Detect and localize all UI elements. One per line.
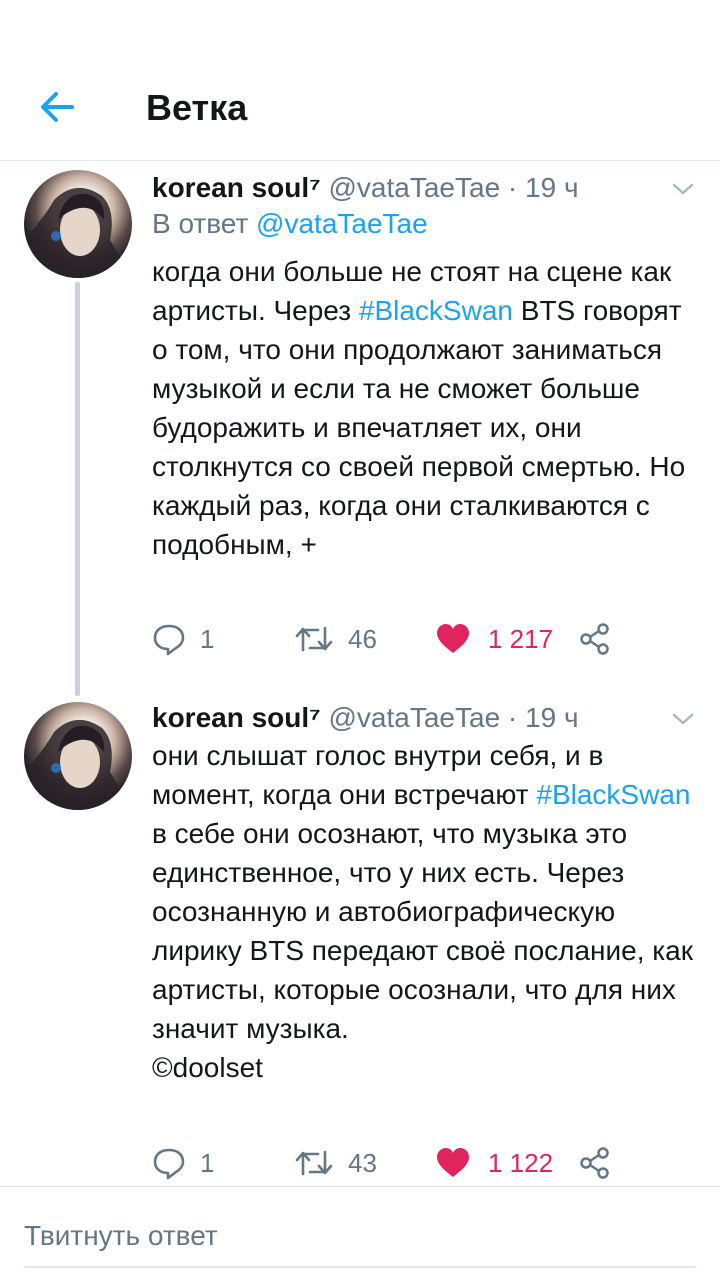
back-button[interactable] <box>32 82 82 132</box>
tweet-header: korean soul⁷ @vataTaeTae · 19 ч <box>152 700 579 736</box>
retweet-icon <box>295 626 333 652</box>
page-title: Ветка <box>146 87 248 128</box>
reply-button[interactable]: 1 <box>152 1138 214 1188</box>
reply-to-mention[interactable]: @vataTaeTae <box>256 208 428 239</box>
tweet-timestamp[interactable]: 19 ч <box>525 702 579 733</box>
thread-connector-line <box>75 282 80 696</box>
tweet-header: korean soul⁷ @vataTaeTae · 19 ч <box>152 170 579 206</box>
tweet-2[interactable]: korean soul⁷ @vataTaeTae · 19 ч они слыш… <box>0 700 720 1186</box>
author-handle[interactable]: @vataTaeTae <box>329 702 501 733</box>
author-name[interactable]: korean soul⁷ <box>152 172 321 203</box>
tweet-text: они слышат голос внутри себя, и в момент… <box>152 736 702 1087</box>
reply-to-label: В ответ <box>152 208 249 239</box>
author-handle[interactable]: @vataTaeTae <box>329 172 501 203</box>
tweet-menu-button[interactable] <box>668 704 698 734</box>
retweet-count: 46 <box>348 623 377 654</box>
author-avatar[interactable] <box>24 170 132 278</box>
retweet-button[interactable]: 43 <box>294 1138 377 1188</box>
heart-icon <box>437 1148 469 1177</box>
compose-divider <box>0 1186 720 1187</box>
hashtag-link[interactable]: #BlackSwan <box>359 295 513 326</box>
separator-dot: · <box>507 702 518 733</box>
reply-icon <box>153 1148 185 1180</box>
tweet-text: когда они больше не стоят на сцене как а… <box>152 252 702 564</box>
author-name[interactable]: korean soul⁷ <box>152 702 321 733</box>
top-bar: Ветка <box>0 0 720 160</box>
header-divider <box>0 160 720 161</box>
retweet-icon <box>295 1150 333 1176</box>
share-icon <box>580 1147 609 1179</box>
heart-icon <box>437 624 469 653</box>
reply-count: 1 <box>200 623 215 654</box>
tweet-text-part: в себе они осознают, что музыка это един… <box>152 818 693 1044</box>
tweet-actions: 1 46 1 217 <box>152 614 622 664</box>
tweet-actions: 1 43 1 122 <box>152 1138 622 1188</box>
like-count: 1 217 <box>488 623 554 654</box>
reply-button[interactable]: 1 <box>152 614 214 664</box>
separator-dot: · <box>507 172 518 203</box>
reply-count: 1 <box>200 1147 215 1178</box>
share-button[interactable] <box>578 614 612 664</box>
hashtag-link[interactable]: #BlackSwan <box>536 779 690 810</box>
like-button[interactable]: 1 122 <box>436 1138 553 1188</box>
like-button[interactable]: 1 217 <box>436 614 553 664</box>
share-icon <box>580 623 609 655</box>
tweet-text-part: BTS говорят о том, что они продолжают за… <box>152 295 686 560</box>
tweet-1[interactable]: korean soul⁷ @vataTaeTae · 19 ч В ответ … <box>0 170 720 696</box>
chevron-down-icon <box>672 183 694 195</box>
chevron-down-icon <box>672 713 694 725</box>
retweet-button[interactable]: 46 <box>294 614 377 664</box>
author-avatar[interactable] <box>24 702 132 810</box>
reply-compose-input[interactable] <box>24 1212 696 1260</box>
tweet-timestamp[interactable]: 19 ч <box>525 172 579 203</box>
retweet-count: 43 <box>348 1147 377 1178</box>
reply-context: В ответ @vataTaeTae <box>152 206 428 242</box>
tweet-credit: ©doolset <box>152 1052 263 1083</box>
compose-underline <box>24 1266 696 1268</box>
share-button[interactable] <box>578 1138 612 1188</box>
like-count: 1 122 <box>488 1147 554 1178</box>
reply-icon <box>153 624 185 656</box>
tweet-menu-button[interactable] <box>668 174 698 204</box>
arrow-left-icon <box>41 92 74 122</box>
